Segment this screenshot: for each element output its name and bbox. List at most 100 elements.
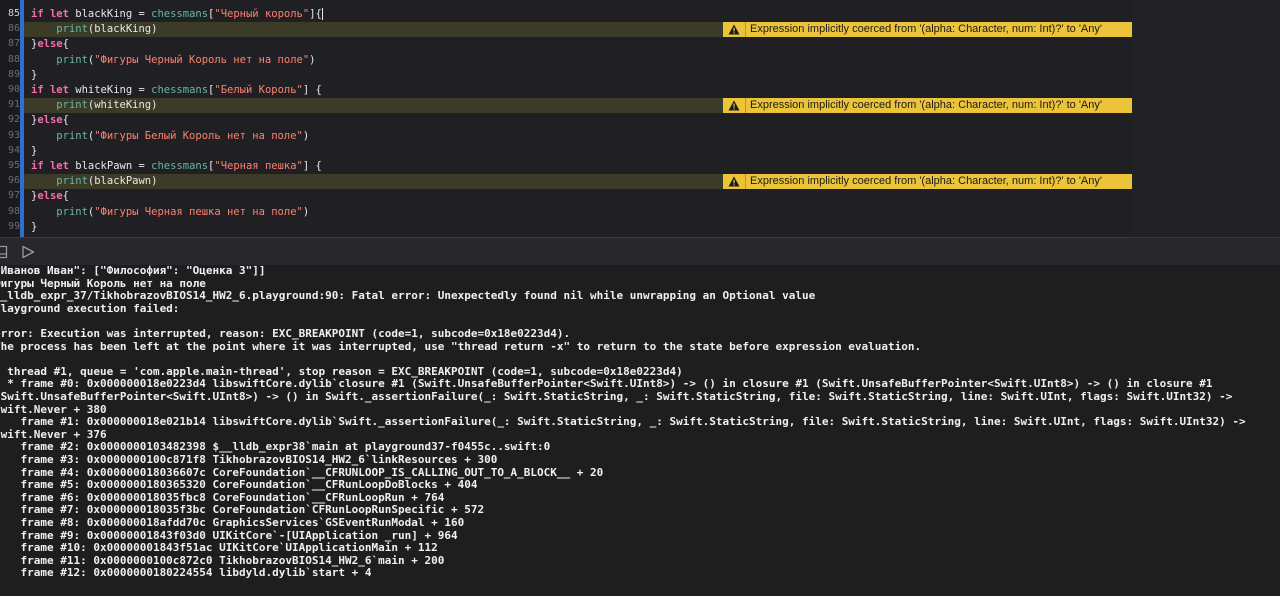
warning-triangle-icon <box>723 174 746 190</box>
code-token: } <box>31 220 38 233</box>
code-token: "Черная пешка" <box>214 160 303 172</box>
code-line[interactable]: } <box>24 68 1132 83</box>
code-token: ] { <box>302 160 322 172</box>
warning-badge[interactable]: Expression implicitly coerced from '(alp… <box>723 174 1132 190</box>
code-line[interactable]: }else{ <box>24 113 1132 128</box>
line-number: 93 <box>7 129 20 141</box>
toggle-console-icon[interactable] <box>0 244 8 263</box>
console-line: frame #8: 0x000000018afdd70c GraphicsSer… <box>0 516 465 529</box>
code-token: print <box>56 175 88 188</box>
code-editor[interactable]: 85 86 87 88 89 90 91 92 93 94 95 96 97 98 99 if let bl… <box>0 0 1280 237</box>
code-token: ) <box>302 205 310 218</box>
code-token: if <box>31 8 44 20</box>
code-line-text: if let blackPawn = chessmans["Черная пеш… <box>31 159 322 174</box>
line-number: 96 <box>7 175 20 187</box>
code-token: (blackPawn) <box>87 175 158 188</box>
console-line: frame #12: 0x0000000180224554 libdyld.dy… <box>0 566 372 580</box>
code-token: else <box>37 114 63 127</box>
console-line: frame #3: 0x0000000100c871f8 Tikhobrazov… <box>0 453 498 466</box>
debug-console-output[interactable]: "Иванов Иван": ["Философия": "Оценка 3"]… <box>0 265 1280 596</box>
warning-badge[interactable]: Expression implicitly coerced from '(alp… <box>723 22 1132 38</box>
code-token: (whiteKing) <box>87 99 158 112</box>
code-line-text: }else{ <box>31 37 69 52</box>
code-token: { <box>62 190 69 203</box>
code-token: } <box>31 144 38 157</box>
code-token: blackKing = <box>68 8 152 20</box>
line-number: 91 <box>7 99 20 111</box>
warning-message: Expression implicitly coerced from '(alp… <box>750 99 1102 112</box>
code-line-text: print("Фигуры Белый Король нет на поле") <box>31 129 309 144</box>
code-token: if <box>31 84 44 96</box>
code-line-text: if let whiteKing = chessmans["Белый Коро… <box>31 83 322 98</box>
code-token: let <box>49 160 69 172</box>
code-line[interactable]: if let blackKing = chessmans["Черный кор… <box>24 7 1132 22</box>
line-number: 85 <box>7 8 20 19</box>
code-line-text: print(whiteKing) <box>31 98 157 113</box>
code-token: "Белый Король" <box>214 84 303 96</box>
code-line[interactable]: print("Фигуры Черный Король нет на поле"… <box>24 53 1132 68</box>
code-line-text: print(blackKing) <box>31 22 157 37</box>
code-line[interactable]: if let blackPawn = chessmans["Черная пеш… <box>24 159 1132 174</box>
line-number: 86 <box>7 23 20 35</box>
code-line[interactable]: print(whiteKing) Expression implicitly co… <box>24 98 1132 114</box>
console-line: __lldb_expr_37/TikhobrazovBIOS14_HW2_6.p… <box>0 289 816 303</box>
code-token: print <box>56 53 88 66</box>
console-line: Playground execution failed: <box>0 301 180 315</box>
code-token: chessmans <box>151 160 209 172</box>
code-line-text: print("Фигуры Черный Король нет на поле"… <box>31 53 316 68</box>
code-token: print <box>56 99 88 112</box>
code-token: print <box>56 129 88 142</box>
code-line[interactable]: } <box>24 144 1132 159</box>
code-line[interactable]: print(blackPawn) Expression implicitly co… <box>24 174 1132 190</box>
code-token: "Фигуры Белый Король нет на поле" <box>94 129 303 142</box>
code-token: "Фигуры Черный Король нет на поле" <box>94 53 310 66</box>
code-line[interactable]: }else{ <box>24 37 1132 52</box>
console-line: "Иванов Иван": ["Философия": "Оценка 3"]… <box>0 265 266 277</box>
source-code-area[interactable]: if let blackKing = chessmans["Черный кор… <box>24 0 1132 237</box>
text-cursor <box>321 8 323 20</box>
code-line-text: } <box>31 68 37 83</box>
code-line-text: print(blackPawn) <box>31 174 157 189</box>
code-token: ) <box>309 53 316 66</box>
code-token: let <box>49 8 69 20</box>
code-line[interactable]: print(blackKing) Expression implicitly co… <box>24 22 1132 38</box>
debug-toolbar <box>0 237 1280 266</box>
code-line[interactable]: } <box>24 220 1132 235</box>
code-line-text: }else{ <box>31 189 69 204</box>
line-number: 90 <box>7 84 20 95</box>
code-line[interactable]: print("Фигуры Белый Король нет на поле") <box>24 129 1132 144</box>
code-token: { <box>62 114 69 127</box>
code-line[interactable]: if let whiteKing = chessmans["Белый Коро… <box>24 83 1132 98</box>
line-number: 95 <box>7 160 20 171</box>
code-line-text: if let blackKing = chessmans["Черный кор… <box>31 7 323 22</box>
code-line[interactable]: }else{ <box>24 189 1132 204</box>
code-token: } <box>31 68 38 81</box>
line-number: 97 <box>7 190 20 202</box>
warning-triangle-icon <box>723 22 746 38</box>
code-line-text: }else{ <box>31 113 69 128</box>
code-token: ] { <box>302 84 322 96</box>
warning-badge[interactable]: Expression implicitly coerced from '(alp… <box>723 98 1132 114</box>
line-number: 92 <box>7 114 20 126</box>
line-number: 89 <box>7 68 20 80</box>
code-token: else <box>37 190 63 203</box>
code-token: print <box>56 23 88 36</box>
minimap[interactable] <box>1132 0 1280 237</box>
console-line: frame #5: 0x0000000180365320 CoreFoundat… <box>0 478 478 492</box>
code-token: (blackKing) <box>87 23 158 36</box>
run-playground-icon[interactable] <box>21 244 35 263</box>
code-line-text: } <box>31 220 37 235</box>
console-line: frame #1: 0x000000018e021b14 libswiftCor… <box>0 415 1246 429</box>
code-token: "Черный король" <box>214 8 310 20</box>
code-token: "Фигуры Черная пешка нет на поле" <box>94 205 303 218</box>
console-line: (Swift.UnsafeBufferPointer<Swift.UInt8>)… <box>0 390 1233 403</box>
code-line[interactable]: print("Фигуры Черная пешка нет на поле") <box>24 205 1132 220</box>
code-token: ) <box>302 129 310 142</box>
code-line-text: print("Фигуры Черная пешка нет на поле") <box>31 205 309 220</box>
code-token: let <box>49 84 69 96</box>
